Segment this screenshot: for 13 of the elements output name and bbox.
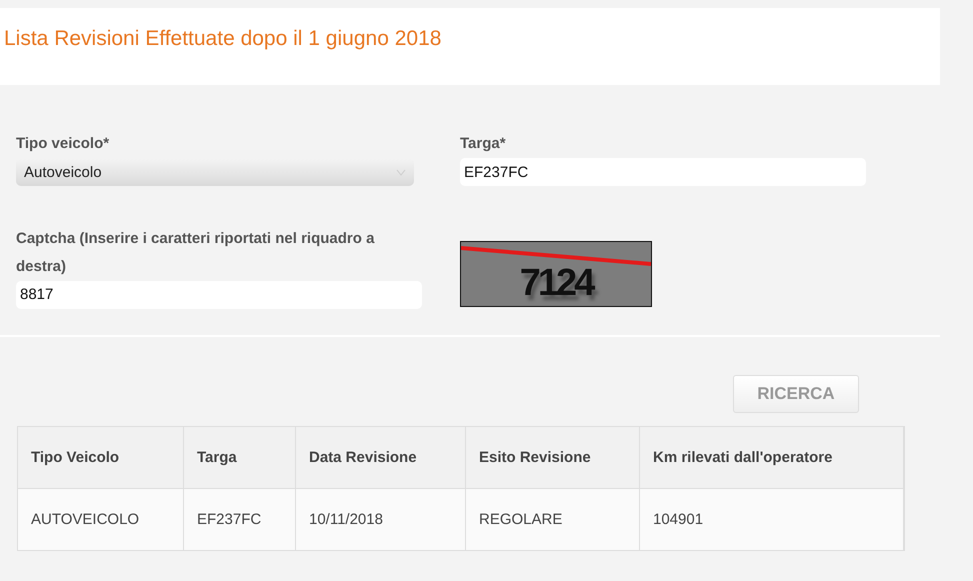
captcha-text: 7124 — [520, 264, 592, 300]
table-cell: AUTOVEICOLO — [18, 488, 184, 550]
table-cell: 104901 — [640, 488, 904, 550]
caret-icon — [396, 168, 406, 176]
table-cell: EF237FC — [184, 488, 296, 550]
field-label: Targa* — [460, 134, 507, 154]
captcha-input[interactable]: 8817 — [16, 280, 422, 308]
field-label: Captcha (Inserire i caratteri riportati nel riquadro a destra) — [16, 228, 376, 276]
table-cell: 10/11/2018 — [296, 488, 466, 550]
page-title: Lista Revisioni Effettuate dopo il 1 giugno 2018 — [4, 26, 442, 50]
plate-input[interactable]: EF237FC — [460, 158, 866, 186]
field-label: Tipo veicolo* — [16, 134, 110, 154]
table-cell: REGOLARE — [466, 488, 640, 550]
